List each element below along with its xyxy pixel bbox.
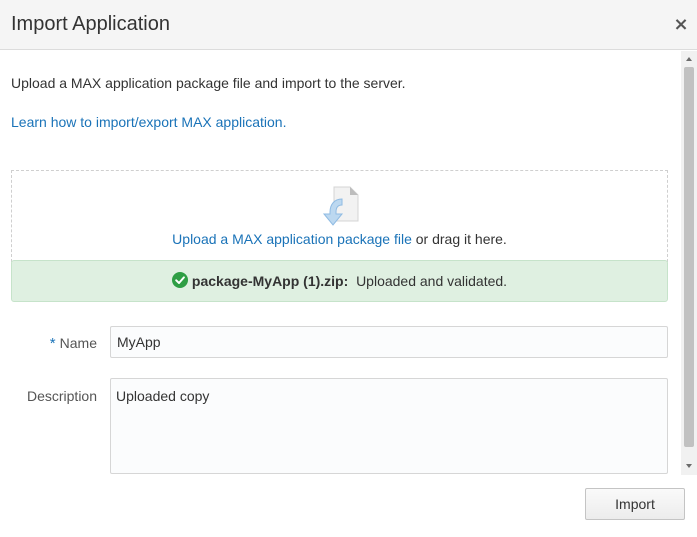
dialog-title: Import Application	[11, 13, 170, 35]
upload-package-link[interactable]: Upload a MAX application package file	[172, 231, 412, 247]
check-circle-icon	[171, 272, 188, 288]
uploaded-file-name: package-MyApp (1).zip:	[191, 273, 349, 289]
name-label-text: Name	[59, 335, 97, 351]
required-marker: *	[49, 335, 56, 352]
upload-status-message: Uploaded and validated.	[356, 273, 508, 289]
description-textarea[interactable]: Uploaded copy	[110, 378, 668, 474]
upload-dropzone[interactable]: Upload a MAX application package file or…	[11, 170, 668, 262]
scroll-up-arrow-icon[interactable]	[681, 54, 697, 64]
scroll-down-arrow-icon[interactable]	[681, 461, 697, 471]
upload-status-line: package-MyApp (1).zip: Uploaded and vali…	[12, 272, 667, 289]
dialog-footer: Import	[0, 478, 697, 537]
close-icon[interactable]: ×	[672, 16, 690, 34]
file-download-icon	[322, 186, 359, 226]
vertical-scrollbar[interactable]	[681, 51, 697, 475]
dialog-body: Upload a MAX application package file an…	[0, 51, 681, 480]
intro-text: Upload a MAX application package file an…	[11, 75, 406, 91]
upload-success-banner: package-MyApp (1).zip: Uploaded and vali…	[11, 260, 668, 302]
learn-import-export-link[interactable]: Learn how to import/export MAX applicati…	[11, 114, 286, 130]
name-input[interactable]	[110, 326, 668, 358]
dropzone-text: Upload a MAX application package file or…	[12, 231, 667, 247]
import-application-dialog: Import Application × Upload a MAX applic…	[0, 0, 697, 537]
scrollbar-thumb[interactable]	[684, 67, 694, 447]
drag-hint-text: or drag it here.	[411, 231, 507, 247]
description-label: Description	[26, 388, 97, 404]
name-label: * Name	[11, 335, 97, 352]
import-button[interactable]: Import	[585, 488, 685, 520]
dialog-header: Import Application ×	[0, 0, 697, 50]
